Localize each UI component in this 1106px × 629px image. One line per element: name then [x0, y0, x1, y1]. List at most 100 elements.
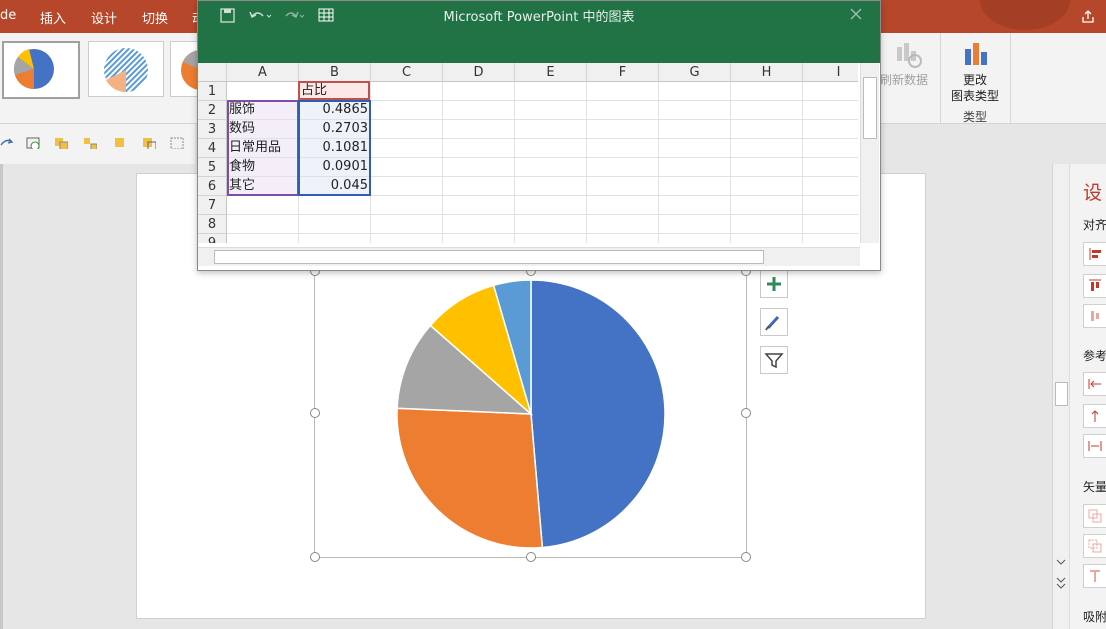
ref-top-button[interactable]: [1083, 404, 1106, 428]
shape-union-icon: [1088, 509, 1102, 523]
bring-forward-icon[interactable]: [114, 137, 128, 149]
resize-handle-left[interactable]: [310, 408, 320, 418]
tab-slide[interactable]: de: [0, 8, 16, 23]
col-header-e[interactable]: E: [515, 63, 587, 82]
group-separator: [940, 33, 941, 123]
send-backward-icon[interactable]: [142, 137, 156, 149]
format-pane: 设 对齐 参考 矢量 吸附: [1052, 164, 1106, 629]
row-header-9[interactable]: 9: [198, 234, 227, 243]
ungroup-icon[interactable]: [83, 137, 97, 149]
left-pane-edge: [0, 164, 3, 629]
pane-scroll-thumb[interactable]: [1055, 382, 1068, 406]
pie-slice-2[interactable]: [396, 407, 544, 549]
align-top-icon: [1089, 279, 1101, 291]
cell-a1[interactable]: [227, 82, 299, 101]
decorative-circle: [980, 0, 1070, 30]
excel-data-window[interactable]: Microsoft PowerPoint 中的图表 A B C D E F G …: [197, 0, 881, 271]
distribute-horizontal-icon: [1088, 441, 1102, 451]
row-header-4[interactable]: 4: [198, 139, 227, 158]
col-header-f[interactable]: F: [587, 63, 659, 82]
funnel-icon: [764, 353, 784, 369]
scroll-down-arrow-icon[interactable]: [1055, 556, 1067, 568]
spreadsheet-grid: A B C D E F G H I 1 2 3 4 5 6 7 8 9 占比 服…: [198, 63, 858, 243]
shape-subtract-icon: [1088, 539, 1102, 553]
excel-window-title: Microsoft PowerPoint 中的图表: [443, 10, 635, 25]
distribute-icon: [1091, 311, 1099, 321]
pie-thumb-icon: [181, 50, 198, 90]
align-section-label: 对齐: [1083, 218, 1106, 232]
tab-transitions[interactable]: 切换: [142, 8, 168, 27]
vector-section-label: 矢量: [1083, 480, 1106, 494]
snap-section-label: 吸附: [1083, 610, 1106, 624]
chart-frame[interactable]: [314, 270, 747, 558]
col-header-g[interactable]: G: [659, 63, 731, 82]
col-header-d[interactable]: D: [443, 63, 515, 82]
series-name-range-outline: [298, 81, 370, 100]
chart-style-thumbnail-3[interactable]: [170, 41, 199, 97]
col-header-h[interactable]: H: [731, 63, 803, 82]
change-chart-type-icon[interactable]: [962, 39, 990, 69]
row-header-3[interactable]: 3: [198, 120, 227, 139]
change-chart-type-label-2: 图表类型: [951, 89, 1000, 103]
align-left-icon: [1089, 248, 1101, 260]
arrow-left-icon: [1088, 379, 1101, 389]
selection-pane-icon[interactable]: [170, 137, 184, 149]
category-range-outline: [227, 100, 299, 196]
resize-handle-bottom[interactable]: [526, 552, 536, 562]
select-all-corner[interactable]: [198, 63, 227, 82]
col-header-c[interactable]: C: [371, 63, 443, 82]
horizontal-scroll-thumb[interactable]: [214, 250, 764, 264]
row-header-6[interactable]: 6: [198, 177, 227, 196]
chart-style-thumbnail-1[interactable]: [2, 41, 80, 99]
vector-union-button[interactable]: [1083, 504, 1106, 528]
distribute-button[interactable]: [1083, 304, 1106, 328]
scroll-bottom-arrows-icon[interactable]: [1055, 574, 1067, 598]
vector-text-button[interactable]: [1083, 564, 1106, 588]
excel-title-bar[interactable]: Microsoft PowerPoint 中的图表: [198, 1, 880, 63]
plus-icon: [767, 277, 781, 291]
ref-distribute-button[interactable]: [1083, 434, 1106, 458]
resize-handle-bottom-left[interactable]: [310, 552, 320, 562]
preview-icon[interactable]: [26, 137, 40, 149]
col-header-b[interactable]: B: [299, 63, 371, 82]
type-group-label: 类型: [963, 110, 988, 124]
tab-insert[interactable]: 插入: [40, 8, 66, 27]
ref-left-button[interactable]: [1083, 372, 1106, 396]
refresh-data-label: 刷新数据: [880, 73, 929, 87]
chart-filters-button[interactable]: [760, 346, 788, 374]
vertical-scrollbar[interactable]: [860, 63, 879, 243]
vector-subtract-button[interactable]: [1083, 534, 1106, 558]
group-icon[interactable]: [54, 137, 68, 149]
row-header-1[interactable]: 1: [198, 82, 227, 101]
redo-icon[interactable]: [0, 137, 14, 149]
refresh-data-icon[interactable]: [893, 39, 923, 71]
row-header-8[interactable]: 8: [198, 215, 227, 234]
align-left-button[interactable]: [1083, 242, 1106, 266]
arrow-up-icon: [1091, 410, 1099, 422]
group-separator: [1010, 33, 1011, 123]
share-icon[interactable]: [1080, 8, 1096, 24]
brush-icon: [765, 315, 780, 331]
horizontal-scrollbar[interactable]: [198, 247, 860, 266]
row-header-2[interactable]: 2: [198, 101, 227, 120]
col-header-i[interactable]: I: [803, 63, 858, 82]
vertical-scroll-thumb[interactable]: [863, 77, 877, 139]
pane-title: 设: [1083, 182, 1103, 204]
align-top-button[interactable]: [1083, 274, 1106, 298]
pie-hatched-thumb-icon: [104, 48, 148, 93]
row-header-5[interactable]: 5: [198, 158, 227, 177]
chart-styles-button[interactable]: [760, 308, 788, 336]
resize-handle-bottom-right[interactable]: [741, 552, 751, 562]
close-icon[interactable]: [850, 8, 862, 20]
chart-elements-button[interactable]: [760, 270, 788, 298]
tab-design[interactable]: 设计: [91, 8, 117, 27]
pie-chart[interactable]: [315, 271, 746, 557]
change-chart-type-label-1: 更改: [963, 73, 988, 87]
chart-style-thumbnail-2[interactable]: [88, 41, 164, 97]
row-header-7[interactable]: 7: [198, 196, 227, 215]
col-header-a[interactable]: A: [227, 63, 299, 82]
pie-thumb-icon: [14, 49, 54, 89]
text-shape-icon: [1090, 570, 1100, 582]
resize-handle-right[interactable]: [741, 408, 751, 418]
pie-slice-1[interactable]: [530, 279, 666, 549]
